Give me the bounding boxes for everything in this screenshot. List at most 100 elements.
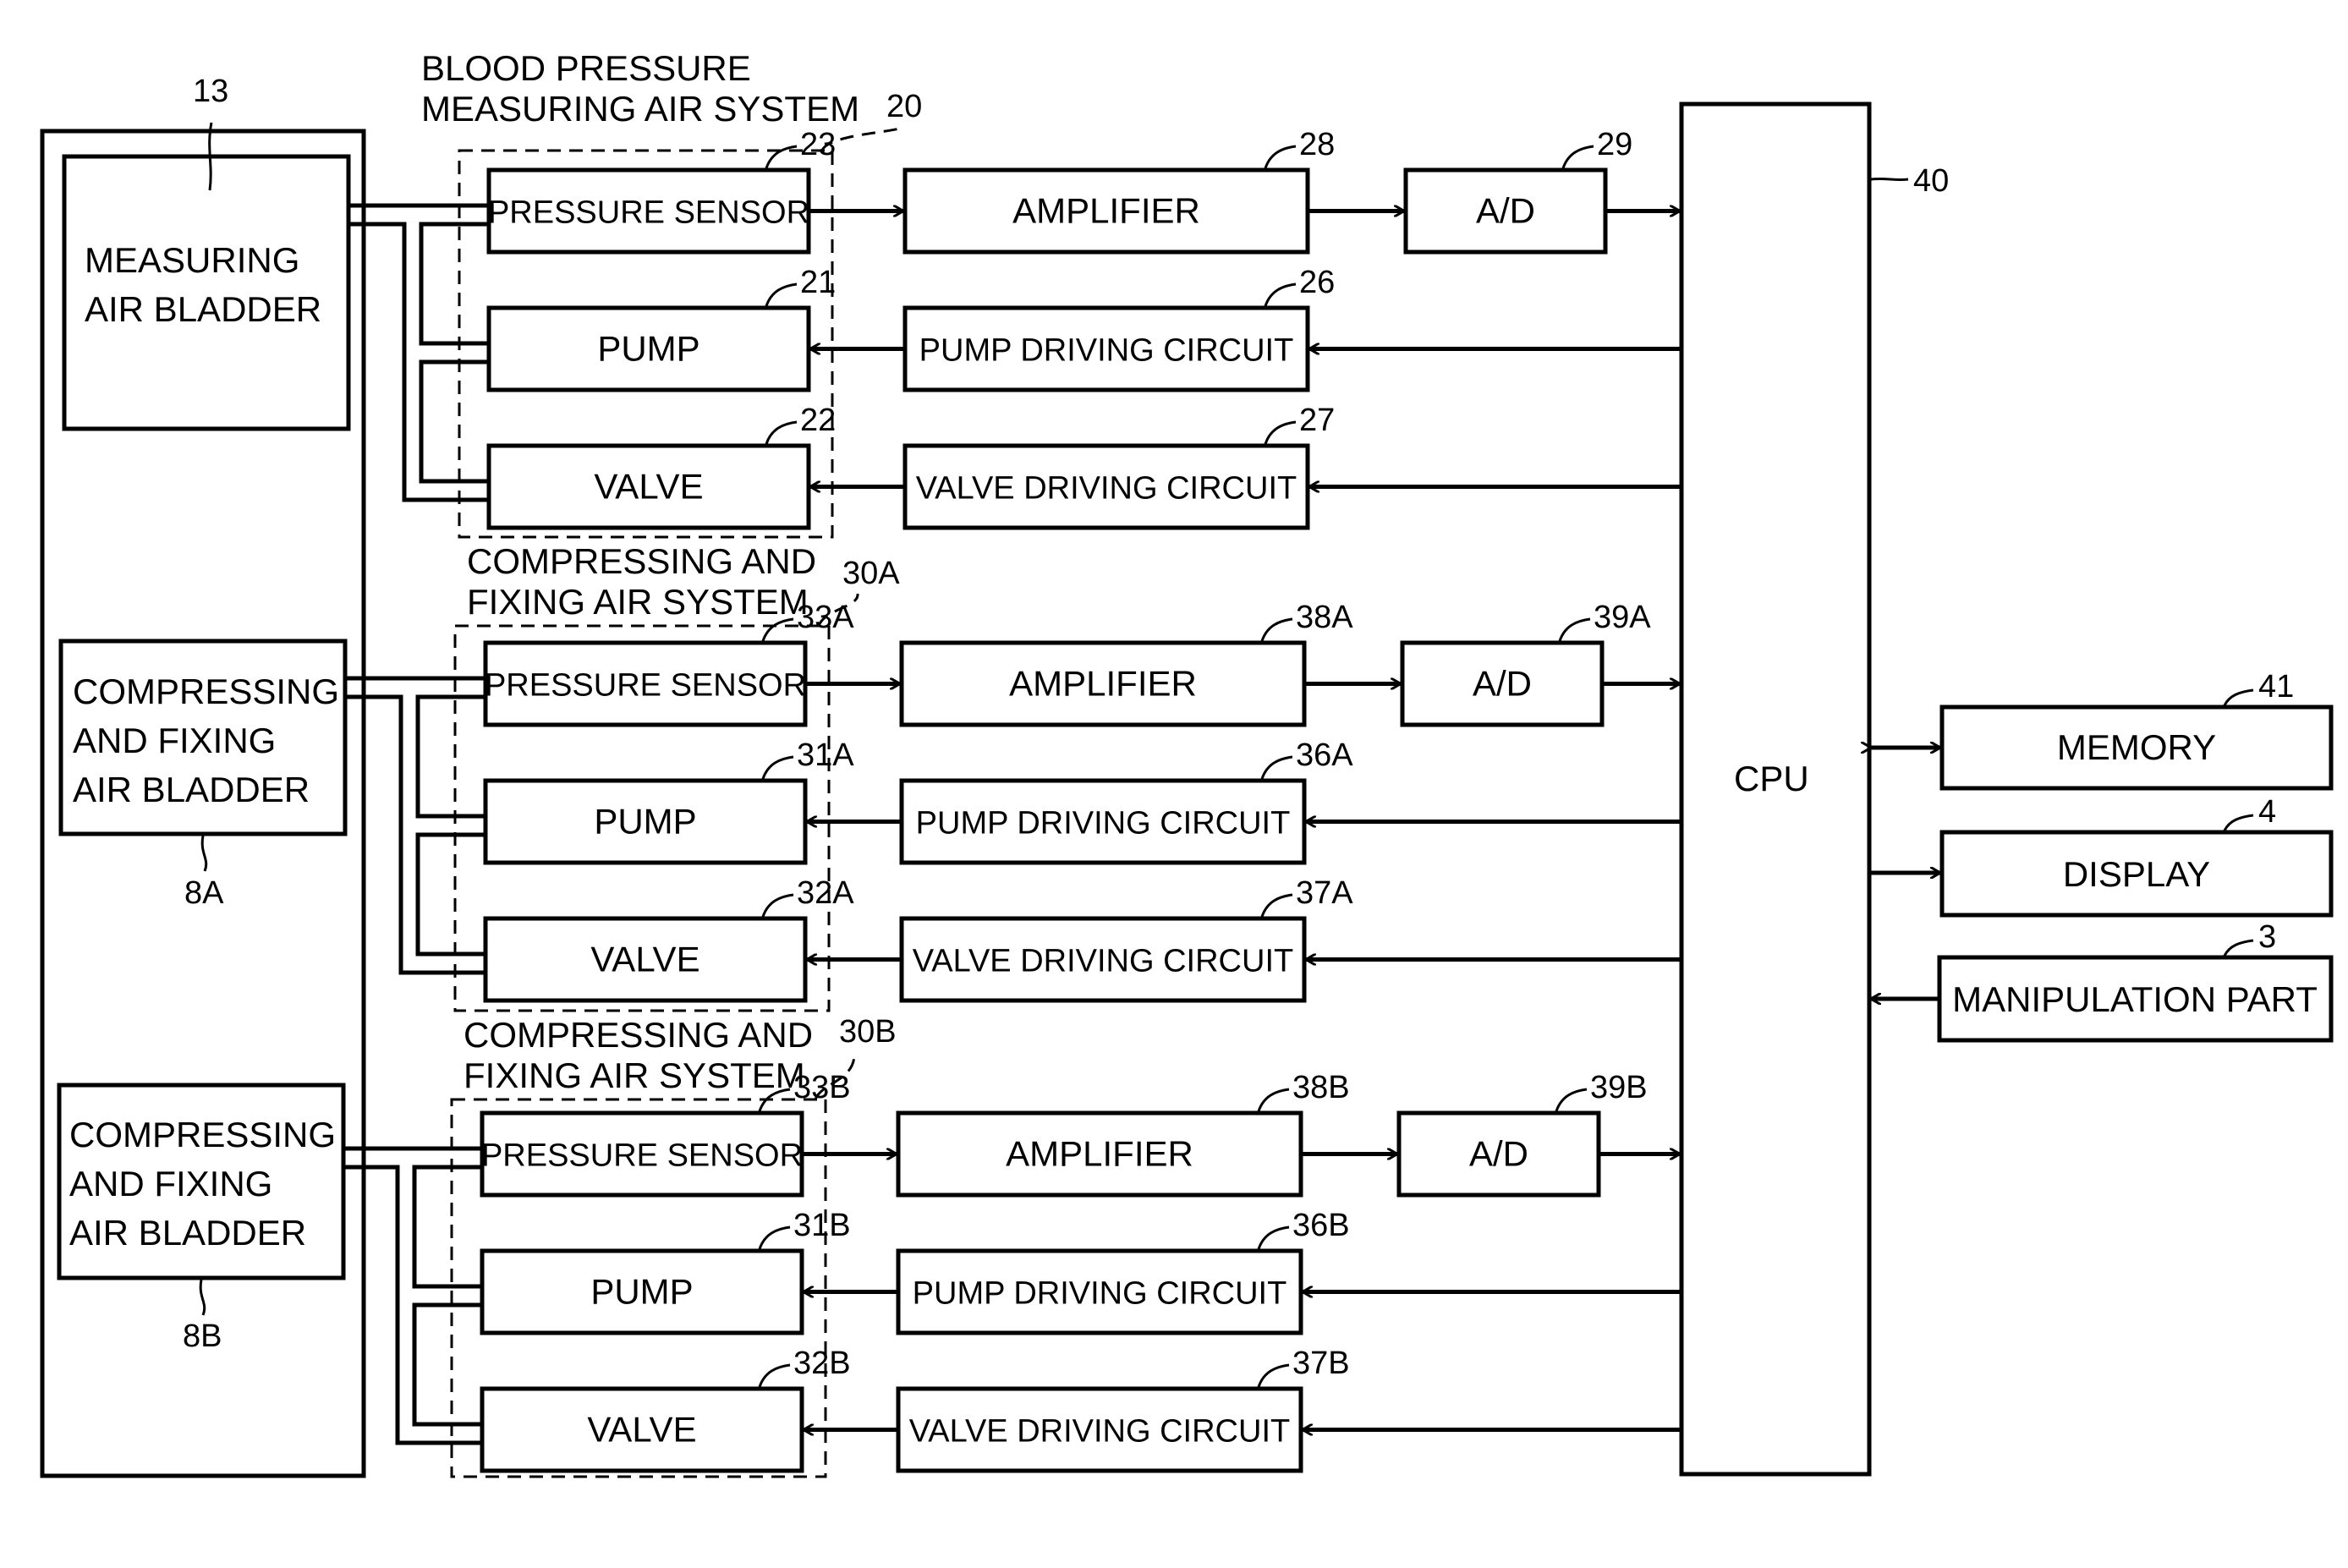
air-system-0-title-line-1: BLOOD PRESSURE (421, 48, 751, 88)
pump-label-31A: PUMP (594, 802, 696, 842)
memory-label: MEMORY (2057, 727, 2216, 767)
bladder-8b-line3: AIR BLADDER (69, 1213, 306, 1253)
ref-23: 23 (800, 127, 836, 162)
bladder-8b-line2: AND FIXING (69, 1164, 272, 1203)
ref-38A: 38A (1296, 600, 1353, 635)
cpu-label: CPU (1734, 759, 1809, 798)
pressure-sensor-label-33A: PRESSURE SENSOR (485, 668, 806, 704)
ref-27: 27 (1299, 403, 1335, 438)
pressure-sensor-label-33B: PRESSURE SENSOR (481, 1138, 803, 1174)
ref-22: 22 (800, 403, 836, 438)
pump-label-21: PUMP (597, 329, 699, 369)
air-system-1-title-line-2: FIXING AIR SYSTEM (467, 582, 809, 622)
leader-26 (1264, 282, 1297, 307)
leader-32A (761, 893, 794, 918)
leader-31A (761, 755, 794, 780)
ref-30A: 30A (842, 556, 900, 591)
pump-driver-label-36B: PUMP DRIVING CIRCUIT (913, 1276, 1287, 1312)
leader-41 (2223, 688, 2254, 706)
air-tube-pump-valve-30B (412, 1302, 482, 1427)
memory-block: MEMORY 41 (1871, 669, 2334, 791)
bladder-8a-line2: AND FIXING (73, 721, 276, 760)
amplifier-label-28: AMPLIFIER (1012, 191, 1200, 231)
bladder-8b-line1: COMPRESSING (69, 1115, 336, 1154)
ref-40: 40 (1913, 163, 1949, 199)
ref-13: 13 (193, 74, 228, 109)
leader-4 (2223, 814, 2254, 831)
leader-38A (1260, 617, 1293, 642)
valve-label-22: VALVE (594, 467, 703, 507)
ref-36A: 36A (1296, 737, 1353, 773)
leader-33A (761, 617, 794, 642)
leader-36B (1257, 1225, 1290, 1250)
leader-22 (765, 420, 798, 445)
air-tube-pump-valve-30A (415, 832, 486, 957)
ref-28: 28 (1299, 127, 1335, 162)
air-system-2-title-line-1: COMPRESSING AND (464, 1015, 813, 1055)
ref-31A: 31A (797, 737, 854, 773)
ref-29: 29 (1597, 127, 1632, 162)
ref-8a: 8A (184, 875, 224, 911)
leader-21 (765, 282, 798, 307)
leader-37B (1257, 1363, 1290, 1388)
bladder-8a-line3: AIR BLADDER (73, 770, 310, 809)
ad-label-39A: A/D (1473, 664, 1532, 704)
ref-39A: 39A (1594, 600, 1651, 635)
block-diagram: MEASURING AIR BLADDER 13 COMPRESSING AND… (40, 48, 2334, 1478)
ref-31B: 31B (793, 1208, 851, 1243)
ref-4: 4 (2258, 794, 2276, 830)
pump-label-31B: PUMP (590, 1272, 693, 1312)
ref-33B: 33B (793, 1070, 851, 1105)
display-block: DISPLAY 4 (1871, 794, 2334, 918)
ref-37B: 37B (1292, 1346, 1350, 1381)
ref-33A: 33A (797, 600, 854, 635)
ad-label-29: A/D (1476, 191, 1535, 231)
ref-8b: 8B (183, 1319, 222, 1354)
ref-39B: 39B (1590, 1070, 1648, 1105)
leader-13 (208, 122, 213, 191)
air-system-0-title-line-2: MEASURING AIR SYSTEM (421, 89, 859, 129)
air-tube-pump-upper-20 (419, 222, 489, 346)
cpu-block: CPU 40 (1679, 101, 1949, 1477)
leader-27 (1264, 420, 1297, 445)
amplifier-label-38A: AMPLIFIER (1009, 664, 1197, 704)
ref-41: 41 (2258, 669, 2294, 705)
ref-37A: 37A (1296, 875, 1353, 911)
leader-39A (1558, 617, 1591, 642)
air-tube-pump-upper-30B (412, 1165, 482, 1289)
air-tube-pump-upper-30A (415, 694, 486, 819)
pressure-sensor-label-23: PRESSURE SENSOR (488, 195, 809, 231)
ref-3: 3 (2258, 919, 2276, 955)
ad-label-39B: A/D (1469, 1134, 1528, 1174)
air-system-1-title-line-1: COMPRESSING AND (467, 541, 816, 581)
ref-32B: 32B (793, 1346, 851, 1381)
valve-label-32A: VALVE (590, 940, 699, 979)
leader-38B (1257, 1088, 1290, 1112)
measuring-bladder-line2: AIR BLADDER (85, 289, 321, 329)
leader-28 (1264, 145, 1297, 169)
valve-driver-label-37A: VALVE DRIVING CIRCUIT (913, 944, 1293, 979)
air-system-2-title-line-2: FIXING AIR SYSTEM (464, 1055, 805, 1095)
amplifier-label-38B: AMPLIFIER (1006, 1134, 1193, 1174)
ref-38B: 38B (1292, 1070, 1350, 1105)
air-tube-pump-valve-20 (419, 359, 489, 484)
leader-40 (1870, 177, 1909, 182)
ref-32A: 32A (797, 875, 854, 911)
pump-driver-label-26: PUMP DRIVING CIRCUIT (919, 333, 1294, 369)
measuring-air-bladder: MEASURING AIR BLADDER 13 (62, 74, 351, 431)
measuring-bladder-line1: MEASURING (85, 240, 299, 280)
leader-31B (758, 1225, 791, 1250)
leader-32B (758, 1363, 791, 1388)
leader-3 (2223, 939, 2254, 957)
leader-37A (1260, 893, 1293, 918)
leader-29 (1561, 145, 1594, 169)
ref-30B: 30B (839, 1014, 897, 1050)
bladder-8a-line1: COMPRESSING (73, 672, 339, 711)
leader-36A (1260, 755, 1293, 780)
ref-36B: 36B (1292, 1208, 1350, 1243)
manipulation-part-block: MANIPULATION PART 3 (1871, 919, 2334, 1043)
ref-26: 26 (1299, 265, 1335, 300)
valve-label-32B: VALVE (587, 1410, 696, 1450)
ref-21: 21 (800, 265, 836, 300)
ref-20: 20 (886, 89, 922, 124)
